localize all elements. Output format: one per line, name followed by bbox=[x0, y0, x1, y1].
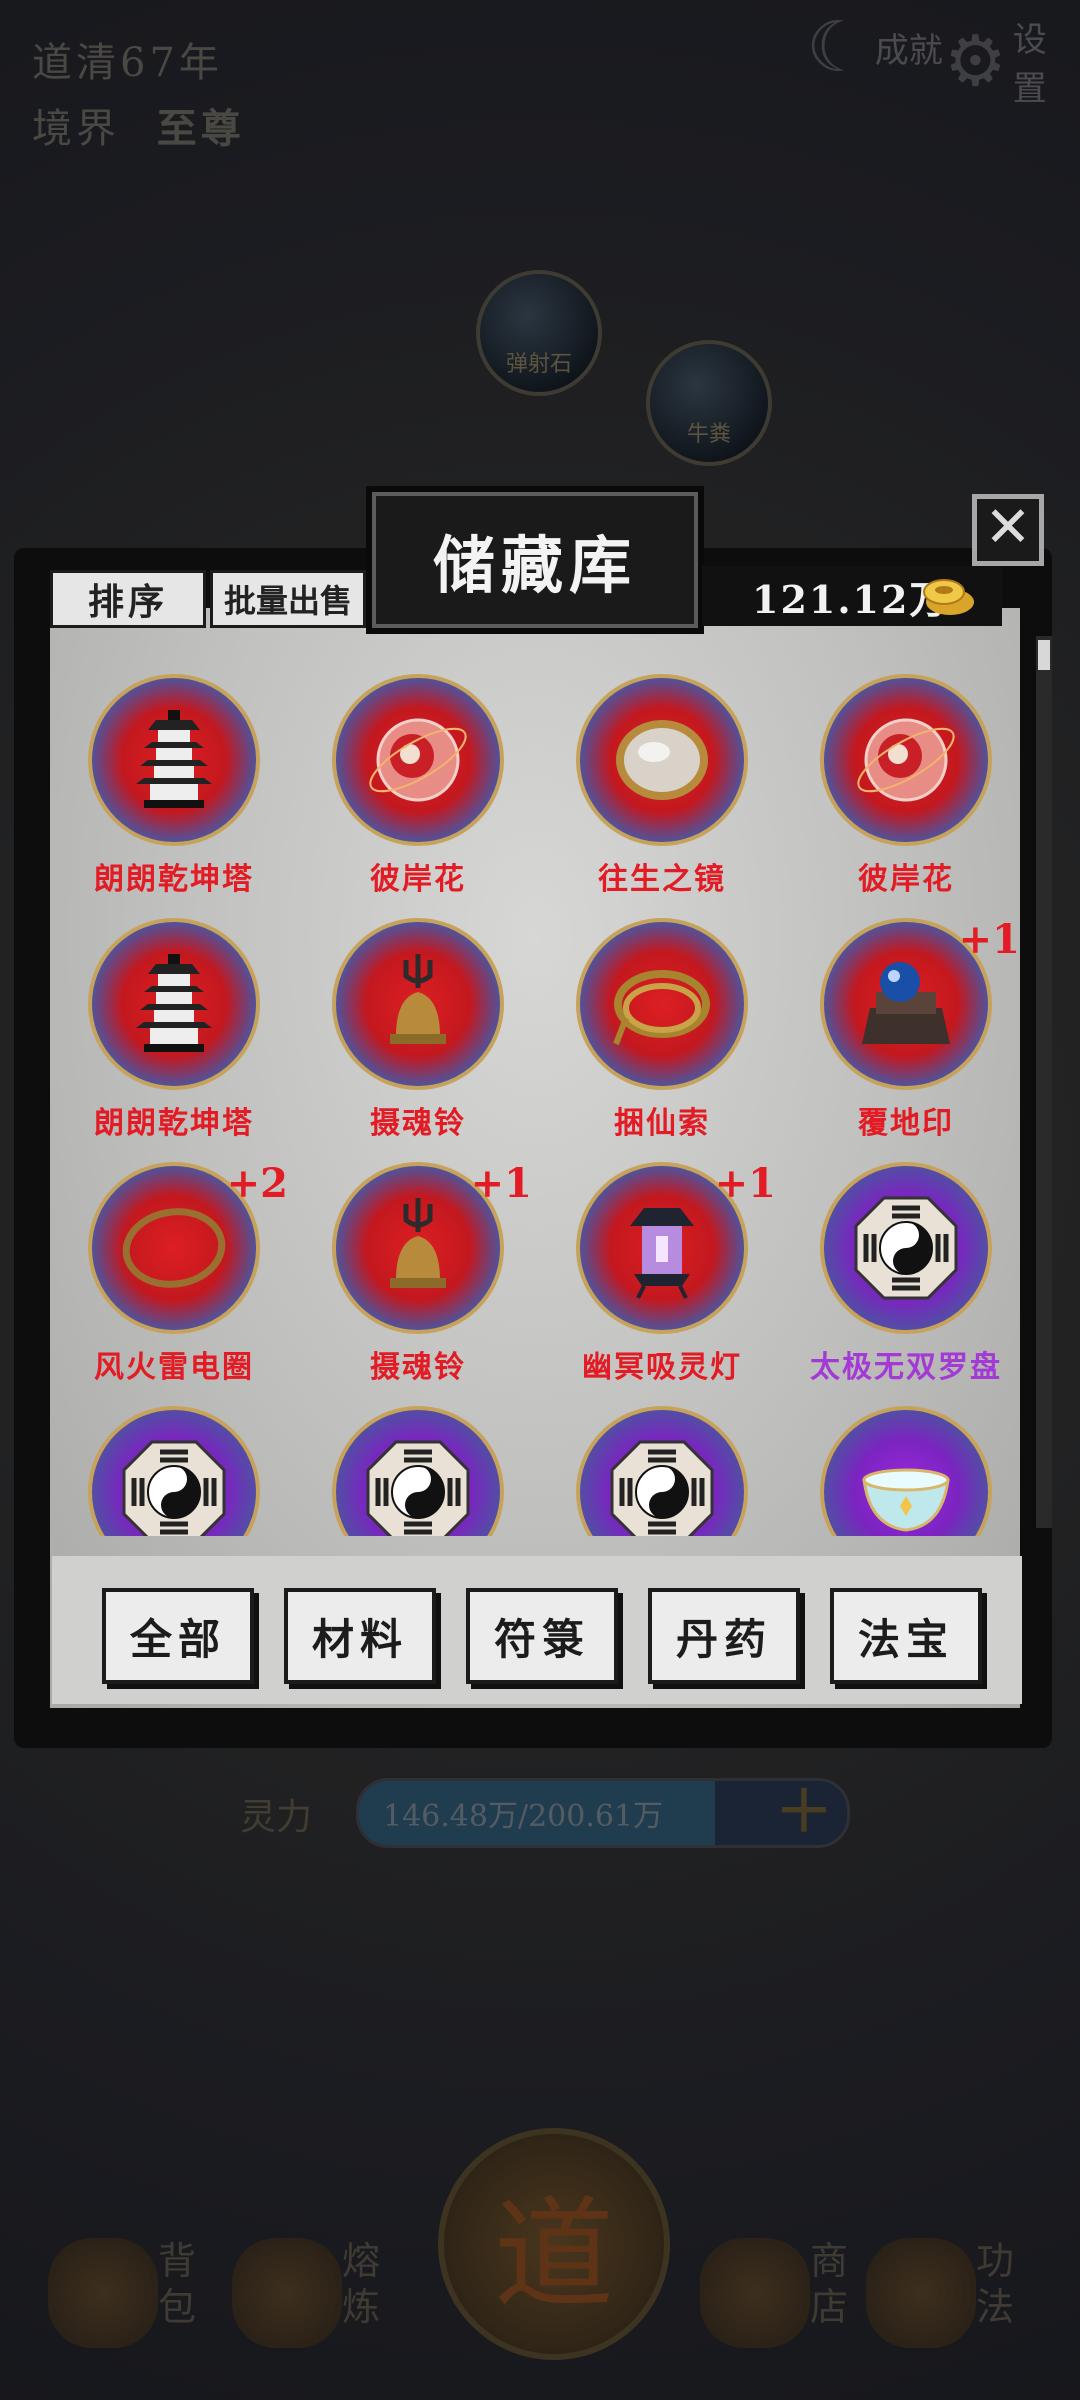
currency-display: 121.12万 bbox=[702, 566, 1002, 626]
close-button[interactable]: ✕ bbox=[972, 494, 1044, 566]
item-name: 朗朗乾坤塔 bbox=[94, 862, 254, 897]
storage-item[interactable]: 太极无双罗盘 bbox=[784, 1162, 1022, 1386]
tab-pills[interactable]: 丹药 bbox=[648, 1588, 800, 1684]
storage-item[interactable] bbox=[540, 1406, 784, 1536]
storage-item[interactable]: 彼岸花 bbox=[784, 674, 1022, 898]
rope-icon bbox=[606, 948, 718, 1060]
item-name: 摄魂铃 bbox=[370, 1350, 466, 1385]
item-slot bbox=[576, 1406, 748, 1536]
item-grid-scrollbar[interactable] bbox=[1036, 636, 1052, 1528]
item-upgrade-level: +1 bbox=[714, 1160, 776, 1207]
storage-item[interactable]: 朗朗乾坤塔 bbox=[52, 674, 296, 898]
item-slot bbox=[332, 674, 504, 846]
bell-icon bbox=[362, 1192, 474, 1304]
item-slot bbox=[88, 1406, 260, 1536]
seal-icon bbox=[850, 948, 962, 1060]
storage-item[interactable]: +2 风火雷电圈 bbox=[52, 1160, 296, 1386]
taiji-compass-icon bbox=[362, 1436, 474, 1536]
item-name: 彼岸花 bbox=[370, 862, 466, 897]
storage-item[interactable]: 摄魂铃 bbox=[296, 918, 540, 1142]
item-name: 朗朗乾坤塔 bbox=[94, 1106, 254, 1141]
tab-materials[interactable]: 材料 bbox=[284, 1588, 436, 1684]
item-name: 捆仙索 bbox=[614, 1106, 710, 1141]
taiji-compass-icon bbox=[606, 1436, 718, 1536]
storage-item[interactable] bbox=[52, 1406, 296, 1536]
pagoda-icon bbox=[118, 704, 230, 816]
item-upgrade-level: +1 bbox=[958, 916, 1020, 963]
item-name: 摄魂铃 bbox=[370, 1106, 466, 1141]
orb-flower-icon bbox=[362, 704, 474, 816]
batch-sell-button[interactable]: 批量出售 bbox=[210, 570, 366, 628]
item-slot bbox=[88, 918, 260, 1090]
item-slot bbox=[820, 1162, 992, 1334]
item-name: 覆地印 bbox=[858, 1106, 954, 1141]
item-name: 风火雷电圈 bbox=[94, 1350, 254, 1385]
lantern-icon bbox=[606, 1192, 718, 1304]
storage-title: 储藏库 bbox=[366, 486, 704, 634]
coin-icon bbox=[923, 579, 974, 615]
item-name: 幽冥吸灵灯 bbox=[582, 1350, 742, 1385]
storage-item[interactable]: +1 覆地印 bbox=[784, 916, 1022, 1142]
item-upgrade-level: +1 bbox=[470, 1160, 532, 1207]
ring-icon bbox=[118, 1192, 230, 1304]
storage-item[interactable]: 往生之镜 bbox=[540, 674, 784, 898]
item-slot bbox=[820, 674, 992, 846]
bell-icon bbox=[362, 948, 474, 1060]
sort-button[interactable]: 排序 bbox=[50, 570, 206, 628]
storage-item[interactable]: +1 摄魂铃 bbox=[296, 1160, 540, 1386]
item-slot bbox=[576, 674, 748, 846]
item-slot bbox=[576, 918, 748, 1090]
storage-item[interactable]: 捆仙索 bbox=[540, 918, 784, 1142]
mirror-icon bbox=[606, 704, 718, 816]
tab-talismans[interactable]: 符箓 bbox=[466, 1588, 618, 1684]
item-slot bbox=[332, 918, 504, 1090]
item-name: 太极无双罗盘 bbox=[810, 1350, 1002, 1385]
item-name: 往生之镜 bbox=[598, 862, 726, 897]
scroll-thumb[interactable] bbox=[1038, 640, 1050, 670]
item-slot bbox=[820, 1406, 992, 1536]
storage-item[interactable]: 彼岸花 bbox=[296, 674, 540, 898]
storage-item[interactable]: 朗朗乾坤塔 bbox=[52, 918, 296, 1142]
pagoda-icon bbox=[118, 948, 230, 1060]
storage-item[interactable] bbox=[296, 1406, 540, 1536]
bowl-icon bbox=[850, 1436, 962, 1536]
tab-artifacts[interactable]: 法宝 bbox=[830, 1588, 982, 1684]
item-slot bbox=[332, 1406, 504, 1536]
item-name: 彼岸花 bbox=[858, 862, 954, 897]
orb-flower-icon bbox=[850, 704, 962, 816]
taiji-compass-icon bbox=[850, 1192, 962, 1304]
taiji-compass-icon bbox=[118, 1436, 230, 1536]
item-slot bbox=[88, 674, 260, 846]
item-grid: 朗朗乾坤塔 彼岸花 往生之镜 彼岸花 朗朗乾坤塔 摄魂铃 捆仙索 +1 覆地印 +2 风火雷电圈 +1… bbox=[52, 632, 1022, 1536]
tab-all[interactable]: 全部 bbox=[102, 1588, 254, 1684]
close-icon: ✕ bbox=[984, 495, 1032, 560]
item-upgrade-level: +2 bbox=[226, 1160, 288, 1207]
storage-item[interactable] bbox=[784, 1406, 1022, 1536]
storage-item[interactable]: +1 幽冥吸灵灯 bbox=[540, 1160, 784, 1386]
